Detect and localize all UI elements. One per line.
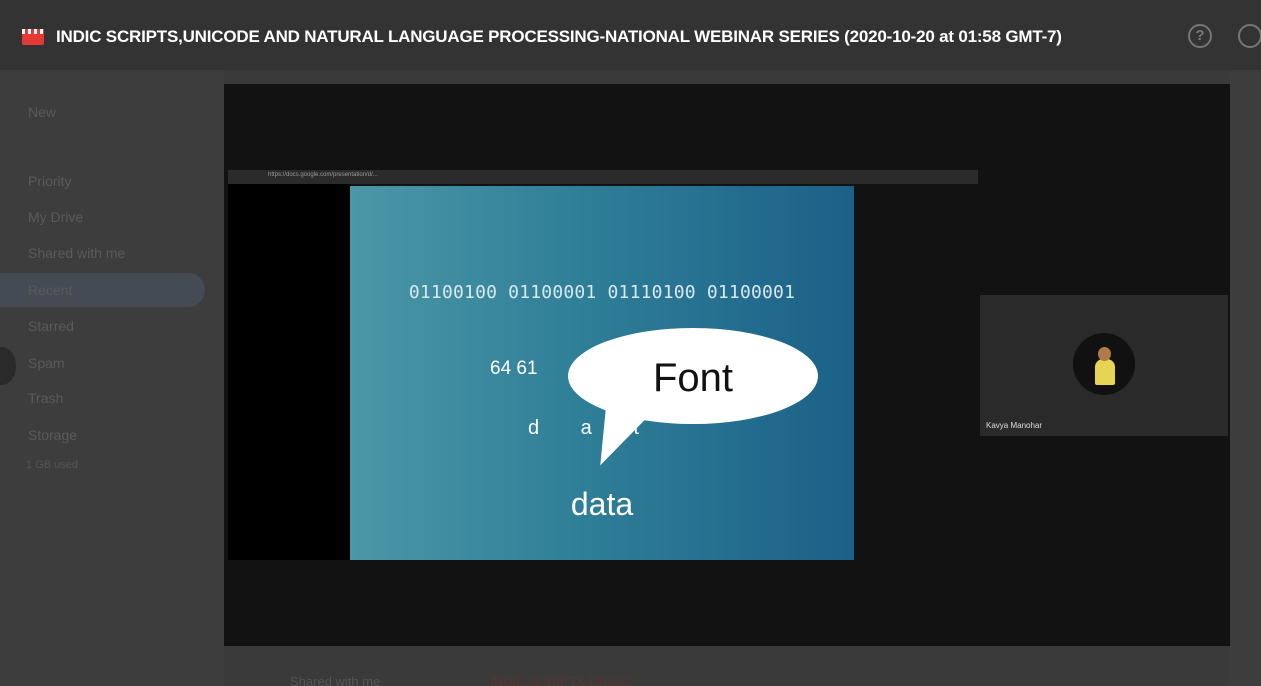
slide-hex-text: 64 61 [490,358,538,379]
sidebar-item-starred[interactable]: Starred [28,318,74,334]
speech-bubble-text: Font [652,356,734,400]
storage-usage: 1 GB used [26,459,78,471]
video-file-icon [22,29,44,45]
footer-file[interactable]: INDIC SCRIPTS UNICO [490,674,631,686]
avatar-head [1098,347,1111,361]
participant-tile: Kavya Manohar [980,295,1228,436]
slide-margin [228,184,350,560]
right-panel [1230,70,1261,686]
slide-word: data [570,486,634,522]
slide-binary-text: 01100100 01100001 01110100 01100001 [408,282,796,303]
title-bar: INDIC SCRIPTS,UNICODE AND NATURAL LANGUA… [0,0,1261,70]
sidebar-item-trash[interactable]: Trash [28,390,63,406]
speech-bubble-tail [590,396,656,476]
sidebar-item-shared[interactable]: Shared with me [28,245,125,261]
participant-name: Kavya Manohar [986,421,1043,430]
avatar-body [1095,359,1115,385]
sidebar-item-new[interactable]: New [28,104,56,120]
window-title: INDIC SCRIPTS,UNICODE AND NATURAL LANGUA… [56,27,1062,46]
sidebar-item-storage[interactable]: Storage [28,427,77,443]
sidebar-item-my-drive[interactable]: My Drive [28,209,83,225]
sidebar-item-recent[interactable]: Recent [0,273,205,307]
browser-address-bar: https://docs.google.com/presentation/d/.… [228,170,978,184]
settings-icon[interactable] [1238,24,1261,48]
browser-url: https://docs.google.com/presentation/d/.… [268,172,378,178]
footer-location[interactable]: Shared with me [290,674,380,686]
presentation-slide: 01100100 01100001 01110100 01100001 64 6… [350,186,854,560]
sidebar-item-spam[interactable]: Spam [28,355,65,371]
drive-sidebar [0,70,224,686]
sidebar-item-priority[interactable]: Priority [28,173,72,189]
participant-avatar [1073,333,1135,395]
help-icon[interactable]: ? [1188,24,1212,48]
